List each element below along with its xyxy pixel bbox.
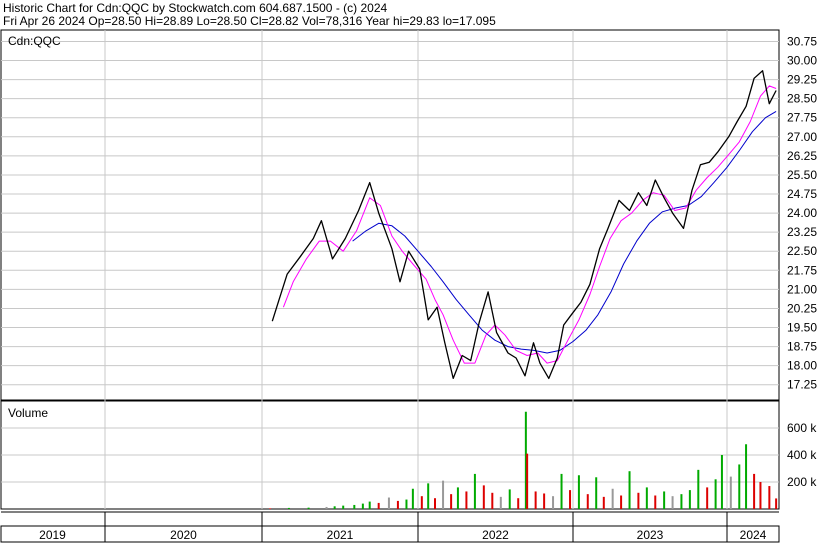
price-tick-label: 18.00 [787, 359, 817, 373]
price-tick-label: 19.50 [787, 321, 817, 335]
price-tick-label: 30.75 [787, 34, 817, 48]
price-tick-label: 17.25 [787, 378, 817, 392]
volume-tick-label: 400 k [787, 448, 817, 462]
year-label: 2020 [170, 528, 197, 542]
volume-tick-label: 200 k [787, 475, 817, 489]
price-tick-label: 21.00 [787, 282, 817, 296]
year-label: 2022 [482, 528, 509, 542]
price-tick-label: 25.50 [787, 168, 817, 182]
price-tick-label: 28.50 [787, 92, 817, 106]
price-tick-label: 27.00 [787, 130, 817, 144]
price-tick-label: 27.75 [787, 111, 817, 125]
year-label: 2021 [327, 528, 354, 542]
volume-label: Volume [8, 406, 48, 420]
price-tick-label: 21.75 [787, 263, 817, 277]
volume-tick-label: 600 k [787, 421, 817, 435]
price-tick-label: 26.25 [787, 149, 817, 163]
price-tick-label: 29.25 [787, 73, 817, 87]
price-tick-label: 24.75 [787, 187, 817, 201]
price-tick-label: 30.00 [787, 54, 817, 68]
price-panel [0, 29, 780, 401]
price-tick-label: 22.50 [787, 244, 817, 258]
price-tick-label: 23.25 [787, 225, 817, 239]
year-label: 2024 [740, 528, 767, 542]
price-tick-label: 20.25 [787, 301, 817, 315]
year-label: 2019 [39, 528, 66, 542]
stock-chart: 30.75 30.00 29.25 28.50 27.75 27.00 26.25 25.50… [0, 29, 817, 543]
price-tick-label: 24.00 [787, 206, 817, 220]
symbol-label: Cdn:QQC [8, 34, 61, 48]
price-tick-label: 18.75 [787, 340, 817, 354]
year-label: 2023 [637, 528, 664, 542]
